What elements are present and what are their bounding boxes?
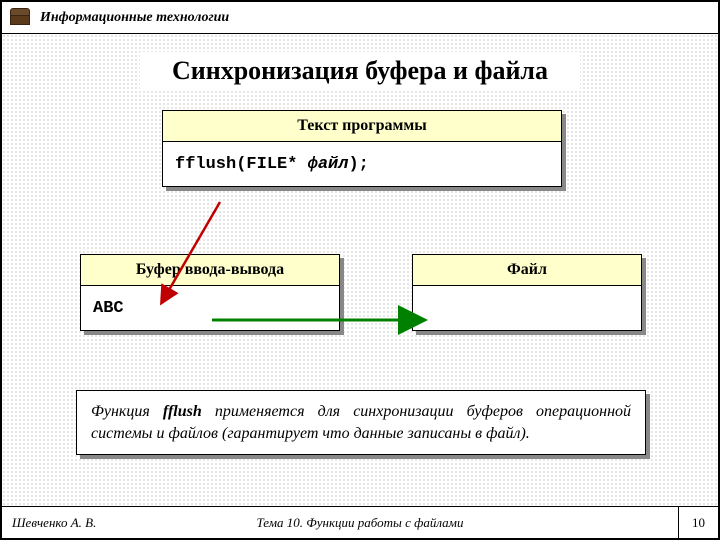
file-box: Файл [412,254,642,331]
file-box-body [413,286,641,330]
slide-header: Информационные технологии [2,2,718,34]
footer-page: 10 [678,507,718,538]
slide: Информационные технологии Синхронизация … [0,0,720,540]
program-box-body: fflush(FILE* файл); [163,142,561,186]
desc-fn: fflush [163,403,202,420]
slide-footer: Шевченко А. В. Тема 10. Функции работы с… [2,506,718,538]
code-arg: файл [308,155,349,174]
code-fn: fflush [175,155,236,174]
buffer-box: Буфер ввода-вывода ABC [80,254,340,331]
description-box: Функция fflush применяется для синхрониз… [76,390,646,455]
program-box-header: Текст программы [163,111,561,142]
course-title: Информационные технологии [40,10,229,26]
buffer-box-body: ABC [81,286,339,330]
code-open: (FILE* [236,155,307,174]
file-box-header: Файл [413,255,641,286]
footer-author: Шевченко А. В. [12,515,96,531]
buffer-content: ABC [93,299,124,318]
program-box: Текст программы fflush(FILE* файл); [162,110,562,187]
code-close: ); [348,155,368,174]
description-text: Функция fflush применяется для синхрониз… [77,391,645,454]
chest-icon [10,11,30,25]
slide-title: Синхронизация буфера и файла [140,52,580,90]
buffer-box-header: Буфер ввода-вывода [81,255,339,286]
desc-pre: Функция [91,403,163,420]
footer-topic: Тема 10. Функции работы с файлами [2,515,718,531]
code-line: fflush(FILE* файл); [175,155,369,174]
